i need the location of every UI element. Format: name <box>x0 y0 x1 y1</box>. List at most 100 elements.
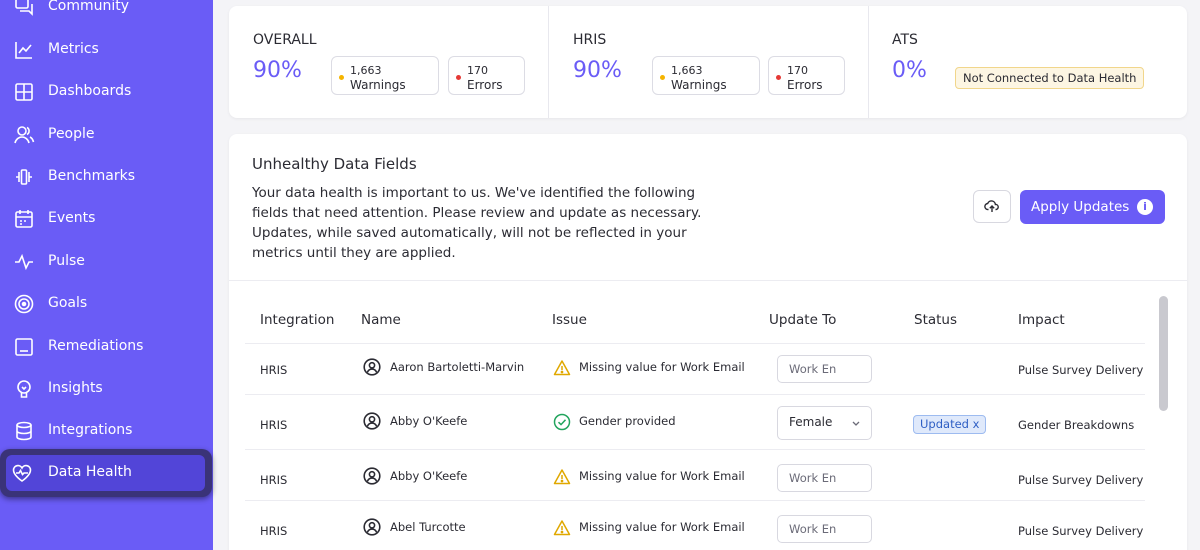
sidebar-item-goals[interactable]: Goals <box>0 286 213 322</box>
not-connected-badge: Not Connected to Data Health <box>955 67 1145 89</box>
summary-hris: HRIS 90% 1,663 Warnings 170 Errors <box>549 6 868 118</box>
table-row: HRIS Abel Turcotte Missing value for Wor… <box>245 500 1145 550</box>
database-icon <box>13 420 35 442</box>
summary-overall: OVERALL 90% 1,663 Warnings 170 Errors <box>229 6 548 118</box>
grid-icon <box>13 81 35 103</box>
upload-button[interactable] <box>973 190 1011 223</box>
table-row: HRIS Abby O'Keefe Gender provided Female… <box>245 394 1145 445</box>
section-title: Unhealthy Data Fields <box>252 155 417 173</box>
errors-pill[interactable]: 170 Errors <box>448 56 525 95</box>
sidebar-item-label: Remediations <box>48 338 144 354</box>
name-cell: Abby O'Keefe <box>390 414 468 428</box>
impact-cell: Pulse Survey Delivery <box>1018 524 1144 538</box>
column-header-issue[interactable]: Issue <box>552 312 587 328</box>
update-to-input[interactable]: Work En <box>777 355 872 383</box>
errors-label: Errors <box>787 78 823 92</box>
column-header-name[interactable]: Name <box>361 312 401 328</box>
error-dot-icon <box>776 75 781 80</box>
sidebar-item-data-health[interactable]: Data Health <box>0 449 212 497</box>
scrollbar-thumb[interactable] <box>1159 296 1168 411</box>
user-circle-icon <box>363 412 381 430</box>
column-header-status[interactable]: Status <box>914 312 957 328</box>
sidebar-item-label: Integrations <box>48 422 133 438</box>
sidebar-item-label: Community <box>48 0 130 14</box>
chat-icon <box>13 0 35 18</box>
sidebar-item-benchmarks[interactable]: Benchmarks <box>0 159 213 195</box>
warning-icon <box>553 469 571 485</box>
lightbulb-icon <box>13 378 35 400</box>
apply-updates-label: Apply Updates <box>1031 199 1130 215</box>
warnings-count: 1,663 <box>671 64 703 77</box>
sidebar-item-dashboards[interactable]: Dashboards <box>0 74 213 110</box>
sidebar-item-label: People <box>48 126 95 142</box>
sidebar-item-label: Data Health <box>48 464 132 480</box>
sidebar-item-community[interactable]: Community <box>0 0 213 25</box>
impact-cell: Gender Breakdowns <box>1018 418 1135 432</box>
summary-title: OVERALL <box>253 32 317 48</box>
summary-title: HRIS <box>573 32 607 48</box>
apply-updates-button[interactable]: Apply Updates i <box>1020 190 1165 224</box>
pulse-icon <box>13 251 35 273</box>
sidebar-item-events[interactable]: Events <box>0 201 213 237</box>
summary-title: ATS <box>892 32 918 48</box>
integration-cell: HRIS <box>260 473 288 487</box>
people-icon <box>13 124 35 146</box>
sidebar-item-label: Events <box>48 210 96 226</box>
sidebar-item-label: Metrics <box>48 41 99 57</box>
info-icon[interactable]: i <box>1137 199 1153 215</box>
sidebar-item-insights[interactable]: Insights <box>0 371 213 407</box>
sidebar-item-label: Dashboards <box>48 83 132 99</box>
status-badge[interactable]: Updated x <box>913 415 987 434</box>
warning-icon <box>553 360 571 376</box>
column-header-update-to[interactable]: Update To <box>769 312 836 328</box>
table-row: HRIS Abby O'Keefe Missing value for Work… <box>245 449 1145 500</box>
errors-pill[interactable]: 170 Errors <box>768 56 845 95</box>
issue-cell: Missing value for Work Email <box>579 360 745 374</box>
integration-cell: HRIS <box>260 418 288 432</box>
errors-count: 170 <box>787 64 808 77</box>
impact-cell: Pulse Survey Delivery <box>1018 363 1144 377</box>
column-header-impact[interactable]: Impact <box>1018 312 1065 328</box>
divider <box>229 280 1187 281</box>
calendar-icon <box>13 208 35 230</box>
name-cell: Aaron Bartoletti-Marvin <box>390 360 525 374</box>
check-circle-icon <box>553 413 571 431</box>
sidebar-item-metrics[interactable]: Metrics <box>0 32 213 68</box>
errors-label: Errors <box>467 78 503 92</box>
clipboard-icon <box>13 336 35 358</box>
chevron-down-icon <box>852 421 860 426</box>
sidebar-item-integrations[interactable]: Integrations <box>0 413 213 449</box>
warnings-label: Warnings <box>671 78 727 92</box>
issue-cell: Missing value for Work Email <box>579 520 745 534</box>
column-header-integration[interactable]: Integration <box>260 312 334 328</box>
impact-cell: Pulse Survey Delivery <box>1018 473 1144 487</box>
target-icon <box>13 293 35 315</box>
sidebar-item-remediations[interactable]: Remediations <box>0 329 213 365</box>
update-to-input[interactable]: Work En <box>777 515 872 543</box>
warning-dot-icon <box>339 75 344 80</box>
warnings-pill[interactable]: 1,663 Warnings <box>331 56 439 95</box>
error-dot-icon <box>456 75 461 80</box>
select-value: Female <box>789 415 833 429</box>
errors-count: 170 <box>467 64 488 77</box>
sidebar-item-people[interactable]: People <box>0 117 213 153</box>
summary-percent: 90% <box>573 58 622 83</box>
warnings-pill[interactable]: 1,663 Warnings <box>652 56 760 95</box>
update-to-select[interactable]: Female <box>777 406 872 440</box>
update-to-input[interactable]: Work En <box>777 464 872 492</box>
benchmark-icon <box>13 166 35 188</box>
sidebar: Community Metrics Dashboards People Benc… <box>0 0 213 550</box>
heart-pulse-icon <box>11 462 33 484</box>
sidebar-item-label: Goals <box>48 295 88 311</box>
warning-dot-icon <box>660 75 665 80</box>
warning-icon <box>553 520 571 536</box>
integration-cell: HRIS <box>260 363 288 377</box>
cloud-upload-icon <box>984 200 999 212</box>
warnings-count: 1,663 <box>350 64 382 77</box>
integration-cell: HRIS <box>260 524 288 538</box>
issue-cell: Missing value for Work Email <box>579 469 745 483</box>
unhealthy-fields-card: Unhealthy Data Fields Your data health i… <box>229 134 1187 550</box>
sidebar-item-label: Insights <box>48 380 103 396</box>
sidebar-item-pulse[interactable]: Pulse <box>0 244 213 280</box>
user-circle-icon <box>363 467 381 485</box>
